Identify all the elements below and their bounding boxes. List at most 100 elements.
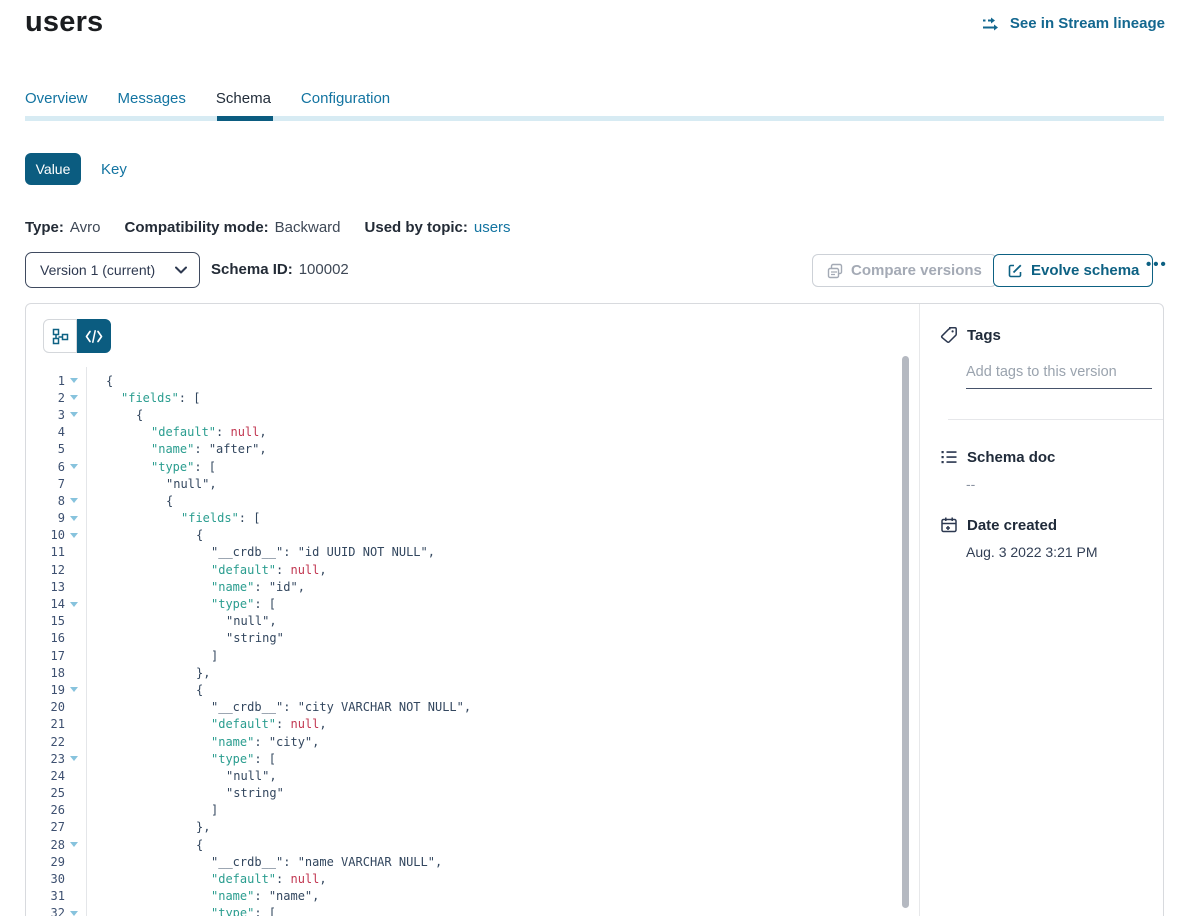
schema-doc-heading: Schema doc (940, 448, 1055, 466)
see-in-stream-lineage-link[interactable]: See in Stream lineage (982, 15, 1165, 32)
collapse-triangle-icon[interactable] (70, 687, 78, 692)
edit-icon (1007, 263, 1023, 279)
fold-toggle[interactable] (65, 498, 86, 503)
collapse-triangle-icon[interactable] (70, 842, 78, 847)
value-toggle-button[interactable]: Value (25, 153, 81, 185)
line-number: 1 (26, 374, 65, 388)
fold-toggle[interactable] (65, 602, 86, 607)
token-punctuation: }, (196, 666, 210, 680)
code-text: "name": "city", (86, 735, 319, 749)
tree-view-button[interactable] (43, 319, 77, 353)
code-line: 16"string" (26, 630, 919, 647)
line-number: 25 (26, 786, 65, 800)
code-line: 1{ (26, 372, 919, 389)
collapse-triangle-icon[interactable] (70, 516, 78, 521)
evolve-schema-button[interactable]: Evolve schema (993, 254, 1153, 287)
fold-toggle[interactable] (65, 911, 86, 916)
code-text: { (86, 374, 113, 388)
line-number: 3 (26, 408, 65, 422)
line-number: 4 (26, 425, 65, 439)
code-line: 8{ (26, 492, 919, 509)
add-tags-input[interactable] (966, 356, 1152, 389)
scrollbar-thumb[interactable] (902, 356, 909, 908)
line-number: 22 (26, 735, 65, 749)
fold-toggle[interactable] (65, 756, 86, 761)
code-line: 4"default": null, (26, 424, 919, 441)
token-punctuation: { (136, 408, 143, 422)
token-punctuation: : [ (239, 511, 261, 525)
fold-toggle[interactable] (65, 412, 86, 417)
line-number: 28 (26, 838, 65, 852)
token-null: null (230, 425, 259, 439)
fold-toggle[interactable] (65, 533, 86, 538)
code-text: { (86, 408, 143, 422)
collapse-triangle-icon[interactable] (70, 756, 78, 761)
date-created-value: Aug. 3 2022 3:21 PM (966, 544, 1098, 560)
used-by-topic-link[interactable]: users (474, 219, 511, 236)
line-number: 29 (26, 855, 65, 869)
token-punctuation: : [ (254, 906, 276, 916)
code-view-button[interactable] (77, 319, 111, 353)
fold-toggle[interactable] (65, 842, 86, 847)
code-line: 7"null", (26, 475, 919, 492)
collapse-triangle-icon[interactable] (70, 498, 78, 503)
active-tab-indicator (217, 116, 273, 121)
tab-messages[interactable]: Messages (118, 90, 186, 107)
token-string: "after" (209, 442, 260, 456)
code-text: }, (86, 820, 210, 834)
compatibility-mode-value: Backward (275, 219, 341, 236)
token-punctuation: , (269, 769, 276, 783)
code-line: 25"string" (26, 785, 919, 802)
code-text: "name": "after", (86, 442, 267, 456)
fold-toggle[interactable] (65, 687, 86, 692)
code-line: 9"fields": [ (26, 510, 919, 527)
code-text: "type": [ (86, 906, 276, 916)
line-number: 23 (26, 752, 65, 766)
version-select[interactable]: Version 1 (current) (25, 252, 200, 288)
line-number: 2 (26, 391, 65, 405)
code-text: "default": null, (86, 872, 327, 886)
evolve-schema-label: Evolve schema (1031, 262, 1139, 279)
collapse-triangle-icon[interactable] (70, 378, 78, 383)
fold-toggle[interactable] (65, 516, 86, 521)
line-number: 20 (26, 700, 65, 714)
key-toggle-link[interactable]: Key (101, 161, 127, 178)
schema-code-editor[interactable]: 1{2"fields": [3{4"default": null,5"name"… (26, 372, 919, 916)
schema-doc-value: -- (966, 476, 975, 492)
tab-overview[interactable]: Overview (25, 90, 88, 107)
schema-sidebar: Tags Schema doc -- Date created Aug. 3 2… (920, 304, 1163, 916)
fold-toggle[interactable] (65, 395, 86, 400)
fold-toggle[interactable] (65, 378, 86, 383)
type-value: Avro (70, 219, 101, 236)
sitemap-icon (52, 328, 69, 345)
token-punctuation: { (166, 494, 173, 508)
token-key: "default" (211, 563, 276, 577)
token-punctuation: : (254, 580, 268, 594)
collapse-triangle-icon[interactable] (70, 412, 78, 417)
line-number: 30 (26, 872, 65, 886)
token-string: "null" (226, 614, 269, 628)
collapse-triangle-icon[interactable] (70, 464, 78, 469)
code-line: 27}, (26, 819, 919, 836)
line-number: 14 (26, 597, 65, 611)
code-text: "null", (86, 769, 277, 783)
token-key: "default" (151, 425, 216, 439)
compare-versions-button[interactable]: Compare versions (812, 254, 997, 287)
collapse-triangle-icon[interactable] (70, 911, 78, 916)
code-text: "name": "name", (86, 889, 319, 903)
line-number: 26 (26, 803, 65, 817)
token-punctuation: , (319, 872, 326, 886)
code-line: 29"__crdb__": "name VARCHAR NULL", (26, 853, 919, 870)
code-text: "null", (86, 614, 277, 628)
collapse-triangle-icon[interactable] (70, 602, 78, 607)
tab-schema[interactable]: Schema (216, 90, 271, 107)
fold-toggle[interactable] (65, 464, 86, 469)
more-options-icon[interactable]: ••• (1146, 256, 1168, 273)
tab-configuration[interactable]: Configuration (301, 90, 390, 107)
token-null: null (290, 717, 319, 731)
collapse-triangle-icon[interactable] (70, 533, 78, 538)
lineage-link-label: See in Stream lineage (1010, 15, 1165, 32)
collapse-triangle-icon[interactable] (70, 395, 78, 400)
token-key: "default" (211, 872, 276, 886)
code-text: "string" (86, 631, 284, 645)
